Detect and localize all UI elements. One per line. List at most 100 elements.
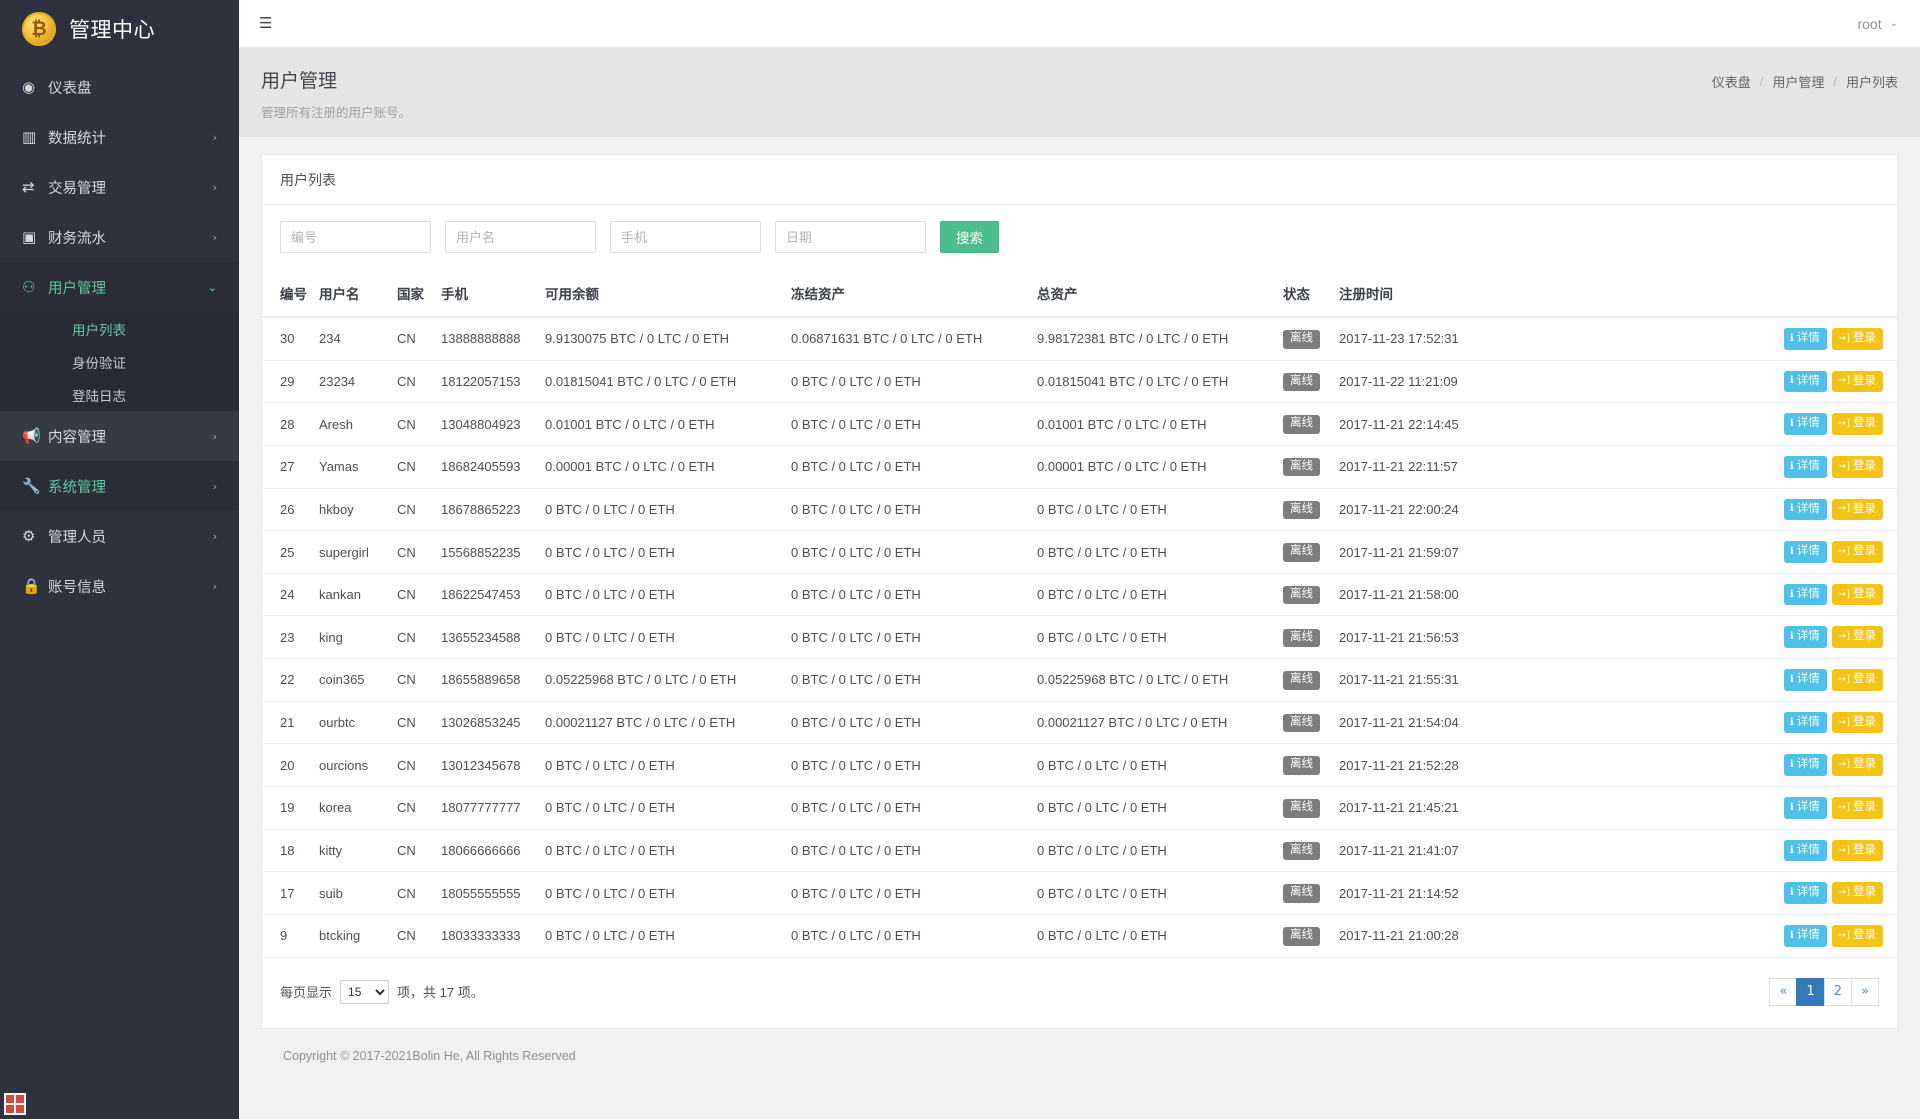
money-icon: ▣ bbox=[22, 228, 37, 246]
row-action-group: ℹ 详情 →] 登录 bbox=[1489, 711, 1883, 734]
sidebar-item-statistics[interactable]: ▥ 数据统计 › bbox=[0, 112, 239, 162]
brand[interactable]: ₿ 管理中心 bbox=[0, 0, 239, 58]
login-as-user-button[interactable]: →] 登录 bbox=[1831, 328, 1883, 350]
footer-copyright: Copyright © 2017-2021Bolin He, All Right… bbox=[283, 1048, 576, 1063]
sidebar-subitem-identity-verification[interactable]: 身份验证 bbox=[0, 345, 239, 378]
login-as-user-button[interactable]: →] 登录 bbox=[1831, 797, 1883, 819]
login-as-user-button[interactable]: →] 登录 bbox=[1831, 413, 1883, 435]
breadcrumb-item-dashboard[interactable]: 仪表盘 bbox=[1712, 72, 1751, 91]
status-badge: 离线 bbox=[1283, 457, 1320, 477]
login-as-user-button[interactable]: →] 登录 bbox=[1831, 839, 1883, 862]
pagination-page-2[interactable]: 2 bbox=[1823, 977, 1852, 1006]
detail-button[interactable]: ℹ 详情 bbox=[1783, 669, 1827, 691]
user-menu-label: root bbox=[1857, 15, 1882, 32]
login-as-user-button[interactable]: →] 登录 bbox=[1831, 882, 1883, 904]
sidebar-toggle-icon[interactable]: ☰ bbox=[259, 16, 272, 31]
chevron-right-icon: › bbox=[212, 579, 217, 593]
info-icon: ℹ bbox=[1789, 673, 1794, 685]
cell-username: kitty bbox=[313, 829, 391, 873]
login-button-label: 登录 bbox=[1853, 715, 1876, 728]
detail-button-label: 详情 bbox=[1796, 417, 1820, 430]
detail-button[interactable]: ℹ 详情 bbox=[1783, 455, 1827, 478]
cell-frozen-assets: 0 BTC / 0 LTC / 0 ETH bbox=[785, 530, 1031, 574]
pagination-page-1[interactable]: 1 bbox=[1796, 977, 1825, 1006]
cell-actions: ℹ 详情 →] 登录 bbox=[1483, 786, 1897, 830]
table-footer: 每页显示 153050100 项，共 17 项。 «12» bbox=[262, 958, 1897, 1028]
breadcrumb-item-user-management[interactable]: 用户管理 bbox=[1772, 72, 1824, 91]
search-input-phone[interactable] bbox=[610, 221, 761, 253]
row-action-group: ℹ 详情 →] 登录 bbox=[1489, 882, 1883, 904]
cell-status: 离线 bbox=[1277, 615, 1333, 660]
detail-button-label: 详情 bbox=[1796, 801, 1820, 814]
login-as-user-button[interactable]: →] 登录 bbox=[1831, 754, 1883, 777]
user-menu[interactable]: root ⌄ bbox=[1857, 16, 1898, 32]
detail-button[interactable]: ℹ 详情 bbox=[1783, 711, 1827, 734]
search-input-date[interactable] bbox=[775, 221, 926, 253]
detail-button[interactable]: ℹ 详情 bbox=[1783, 328, 1827, 350]
sidebar-item-account-info[interactable]: 🔒 账号信息 › bbox=[0, 561, 239, 611]
detail-button[interactable]: ℹ 详情 bbox=[1783, 583, 1827, 606]
sidebar-item-finance[interactable]: ▣ 财务流水 › bbox=[0, 212, 239, 262]
login-as-user-button[interactable]: →] 登录 bbox=[1831, 626, 1883, 649]
pagination-first-button[interactable]: « bbox=[1769, 977, 1798, 1006]
detail-button[interactable]: ℹ 详情 bbox=[1783, 797, 1827, 819]
login-button-label: 登录 bbox=[1853, 545, 1876, 558]
detail-button[interactable]: ℹ 详情 bbox=[1783, 498, 1827, 521]
sidebar-item-trade[interactable]: ⇄ 交易管理 › bbox=[0, 162, 239, 212]
search-button[interactable]: 搜索 bbox=[940, 221, 999, 253]
cell-frozen-assets: 0 BTC / 0 LTC / 0 ETH bbox=[785, 786, 1031, 830]
cell-phone: 18682405593 bbox=[435, 445, 539, 489]
cell-id: 24 bbox=[262, 573, 313, 617]
sidebar-item-admin-staff[interactable]: ⚙ 管理人员 › bbox=[0, 511, 239, 561]
login-as-user-button[interactable]: →] 登录 bbox=[1831, 541, 1883, 563]
sidebar-item-dashboard[interactable]: ◉ 仪表盘 bbox=[0, 62, 239, 112]
cell-phone: 18678865223 bbox=[435, 488, 539, 532]
login-as-user-button[interactable]: →] 登录 bbox=[1831, 455, 1883, 478]
table-header-row: 编号 用户名 国家 手机 可用余额 冻结资产 总资产 状态 注册时间 bbox=[262, 271, 1897, 318]
detail-button[interactable]: ℹ 详情 bbox=[1783, 839, 1827, 862]
row-action-group: ℹ 详情 →] 登录 bbox=[1489, 328, 1883, 350]
search-input-id[interactable] bbox=[280, 221, 431, 253]
login-as-user-button[interactable]: →] 登录 bbox=[1831, 583, 1883, 606]
cell-registered-time: 2017-11-21 22:00:24 bbox=[1333, 488, 1483, 532]
table-row: 22 coin365 CN 18655889658 0.05225968 BTC / 0… bbox=[262, 658, 1897, 702]
login-as-user-button[interactable]: →] 登录 bbox=[1831, 924, 1883, 947]
detail-button[interactable]: ℹ 详情 bbox=[1783, 626, 1827, 649]
cell-registered-time: 2017-11-21 21:00:28 bbox=[1333, 914, 1483, 958]
detail-button[interactable]: ℹ 详情 bbox=[1783, 754, 1827, 777]
detail-button-label: 详情 bbox=[1796, 715, 1820, 728]
sidebar-subitem-login-log[interactable]: 登陆日志 bbox=[0, 378, 239, 411]
pagination-last-button[interactable]: » bbox=[1851, 977, 1879, 1006]
cell-id: 22 bbox=[262, 658, 313, 702]
panel-title: 用户列表 bbox=[262, 155, 1897, 205]
dashboard-icon: ◉ bbox=[22, 78, 36, 96]
chevron-down-icon: ⌄ bbox=[207, 280, 217, 294]
login-as-user-button[interactable]: →] 登录 bbox=[1831, 711, 1883, 734]
detail-button[interactable]: ℹ 详情 bbox=[1783, 882, 1827, 904]
detail-button[interactable]: ℹ 详情 bbox=[1783, 370, 1827, 393]
cell-username: coin365 bbox=[313, 658, 391, 702]
page-size-select[interactable]: 153050100 bbox=[340, 979, 390, 1004]
info-icon: ℹ bbox=[1789, 844, 1794, 856]
cell-id: 25 bbox=[262, 530, 313, 574]
detail-button[interactable]: ℹ 详情 bbox=[1783, 413, 1827, 435]
filter-bar: 搜索 bbox=[262, 205, 1897, 271]
sidebar-item-system-management[interactable]: 🔧 系统管理 › bbox=[0, 461, 239, 511]
cell-phone: 13888888888 bbox=[435, 317, 539, 361]
sidebar-item-user-management[interactable]: ⚇ 用户管理 ⌄ bbox=[0, 262, 239, 312]
sign-in-icon: →] bbox=[1837, 759, 1850, 771]
login-as-user-button[interactable]: →] 登录 bbox=[1831, 669, 1883, 691]
breadcrumb-item-user-list: 用户列表 bbox=[1845, 75, 1898, 90]
search-input-username[interactable] bbox=[445, 221, 596, 253]
sidebar-subitem-user-list[interactable]: 用户列表 bbox=[0, 312, 239, 345]
login-as-user-button[interactable]: →] 登录 bbox=[1831, 498, 1883, 521]
cell-status: 离线 bbox=[1277, 871, 1333, 915]
page-size-prefix-label: 每页显示 bbox=[280, 985, 333, 1001]
cell-username: 234 bbox=[313, 317, 391, 361]
login-as-user-button[interactable]: →] 登录 bbox=[1831, 370, 1883, 393]
breadcrumb: 仪表盘 / 用户管理 / 用户列表 bbox=[1712, 66, 1898, 91]
detail-button[interactable]: ℹ 详情 bbox=[1783, 924, 1827, 947]
sidebar-item-content-management[interactable]: 📢 内容管理 › bbox=[0, 411, 239, 461]
detail-button[interactable]: ℹ 详情 bbox=[1783, 541, 1827, 563]
detail-button-label: 详情 bbox=[1796, 886, 1820, 899]
